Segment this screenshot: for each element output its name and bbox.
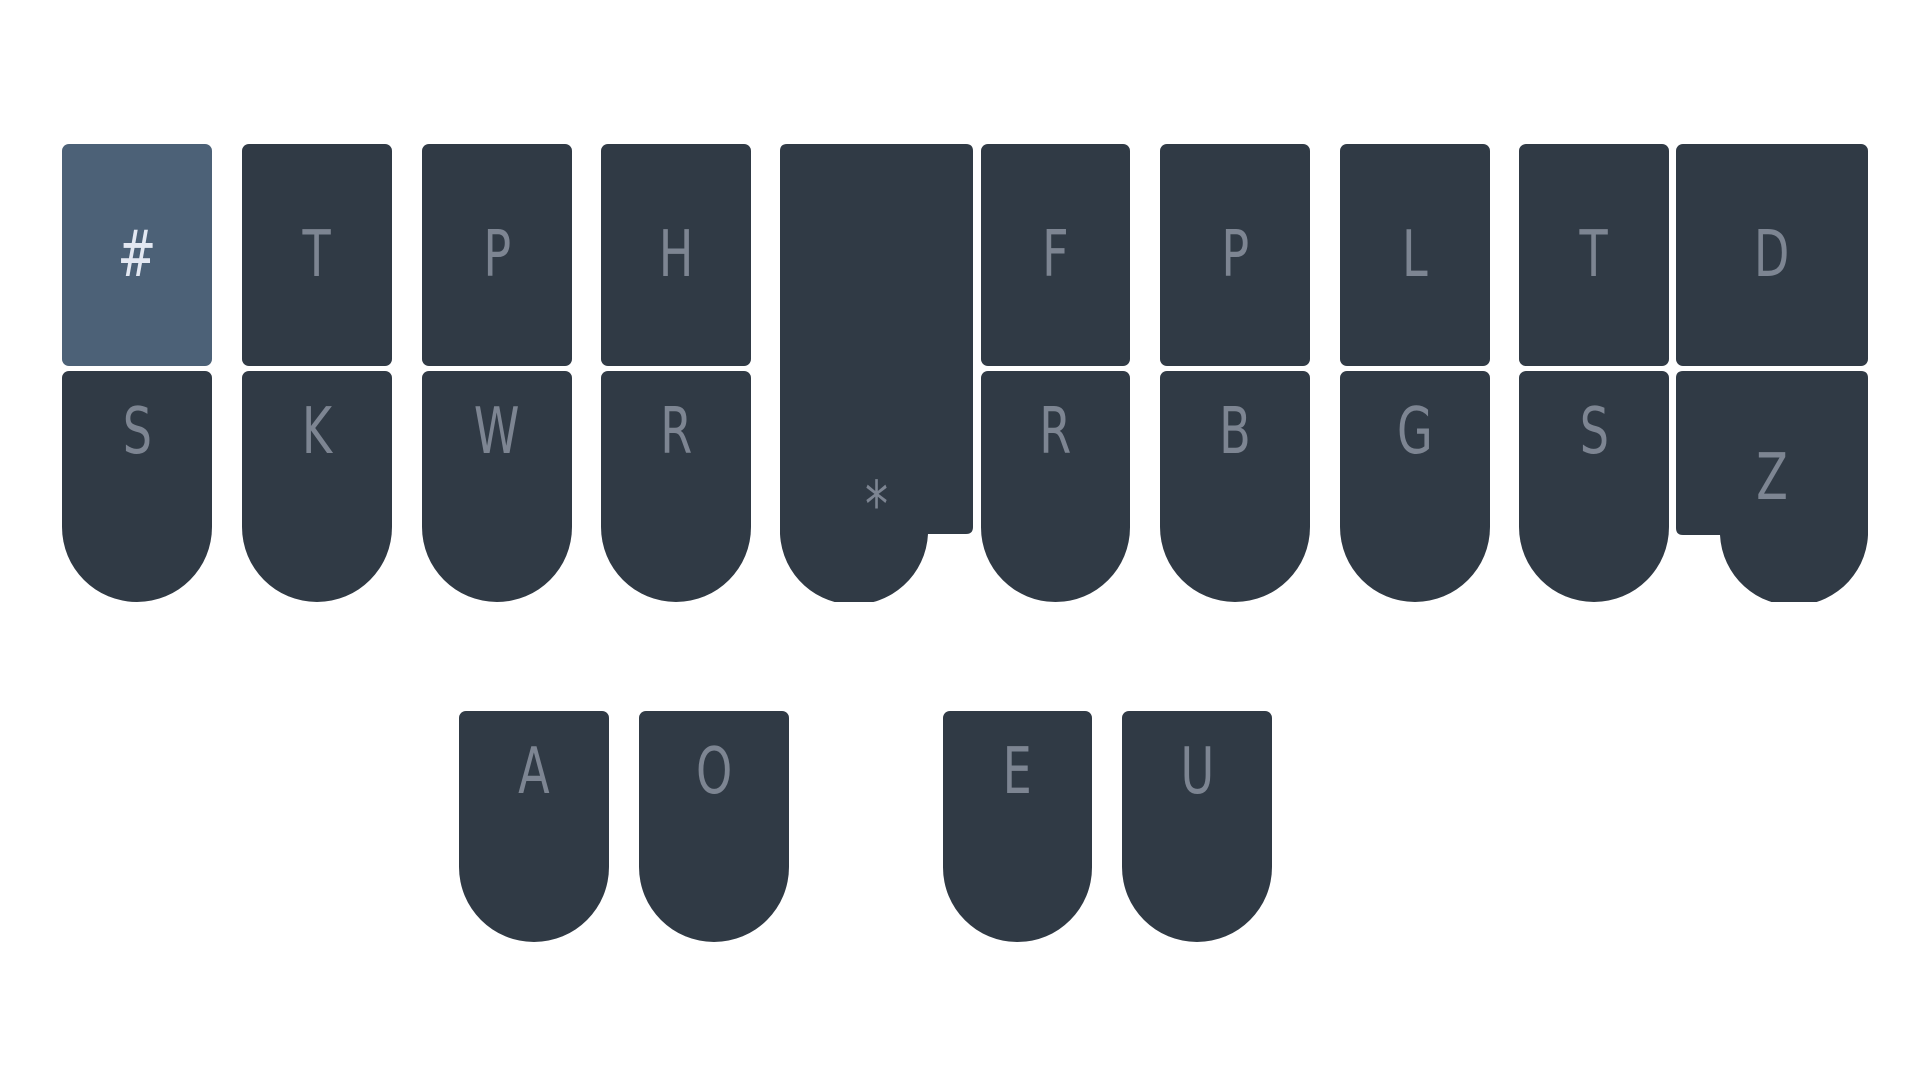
key-label: K — [301, 394, 333, 469]
key-left-r[interactable]: R — [601, 371, 751, 602]
key-right-z[interactable]: Z — [1676, 371, 1868, 602]
key-right-b[interactable]: B — [1160, 371, 1310, 602]
key-label: R — [1039, 394, 1072, 469]
key-right-f[interactable]: F — [981, 144, 1130, 366]
key-label: R — [659, 394, 693, 469]
key-right-d[interactable]: D — [1676, 144, 1868, 366]
key-label: D — [1754, 218, 1790, 292]
key-label: L — [1402, 218, 1428, 292]
key-label: T — [302, 218, 332, 292]
key-label: P — [1221, 218, 1249, 292]
key-right-l[interactable]: L — [1340, 144, 1490, 366]
key-left-w[interactable]: W — [422, 371, 572, 602]
key-label: P — [483, 218, 511, 292]
key-vowel-o[interactable]: O — [639, 711, 789, 942]
key-left-h[interactable]: H — [601, 144, 751, 366]
star-key-shape — [780, 144, 973, 602]
key-left-s[interactable]: S — [62, 371, 212, 602]
key-label: E — [1002, 734, 1033, 809]
key-left-k[interactable]: K — [242, 371, 392, 602]
key-vowel-u[interactable]: U — [1122, 711, 1272, 942]
key-label: T — [1579, 218, 1609, 292]
key-label: Z — [1756, 441, 1788, 515]
key-label: O — [695, 734, 733, 809]
key-left-t[interactable]: T — [242, 144, 392, 366]
key-right-p[interactable]: P — [1160, 144, 1310, 366]
key-right-g[interactable]: G — [1340, 371, 1490, 602]
key-label: # — [117, 218, 157, 292]
key-left-p[interactable]: P — [422, 144, 572, 366]
steno-keyboard: # T P H * F P L T D S K W R R B G S Z A … — [0, 0, 1920, 1080]
key-label: W — [474, 394, 520, 469]
key-label: H — [658, 218, 694, 292]
key-right-t[interactable]: T — [1519, 144, 1669, 366]
key-vowel-a[interactable]: A — [459, 711, 609, 942]
key-label: F — [1042, 218, 1069, 292]
key-star[interactable]: * — [780, 144, 973, 602]
key-label: A — [518, 734, 550, 809]
key-label: B — [1219, 394, 1251, 469]
key-label: S — [122, 394, 152, 469]
key-label: U — [1180, 734, 1214, 809]
key-number-bar[interactable]: # — [62, 144, 212, 366]
key-right-r[interactable]: R — [981, 371, 1130, 602]
key-label: S — [1579, 394, 1609, 469]
key-right-s[interactable]: S — [1519, 371, 1669, 602]
key-vowel-e[interactable]: E — [943, 711, 1092, 942]
key-label: G — [1397, 394, 1433, 469]
